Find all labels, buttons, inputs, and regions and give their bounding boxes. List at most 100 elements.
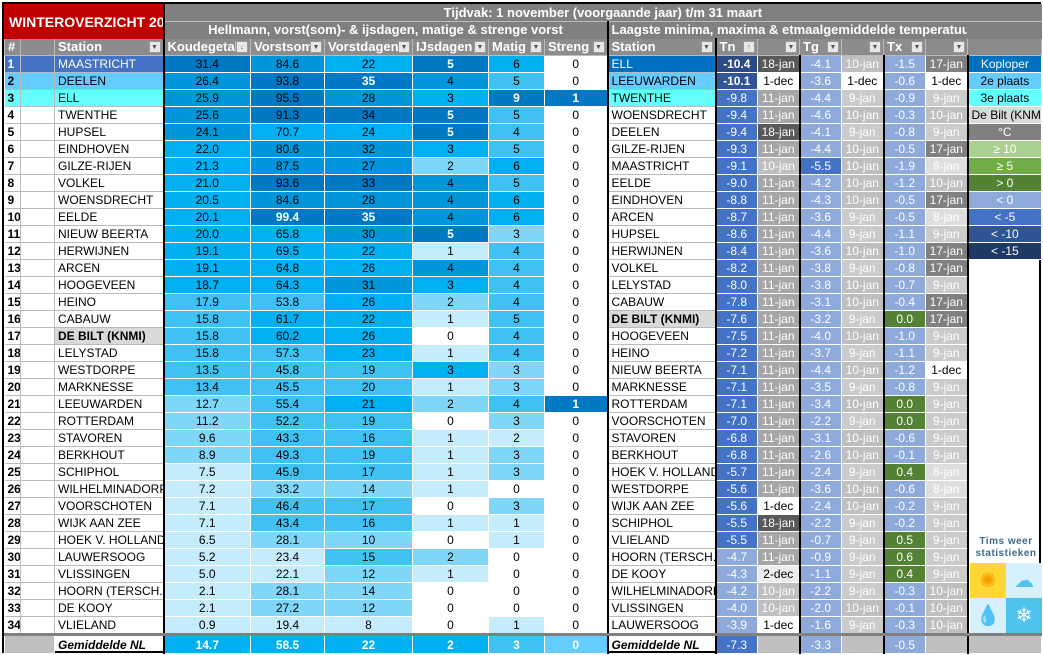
blank-cell bbox=[20, 548, 55, 566]
tg-value: -1.6 bbox=[799, 616, 843, 635]
column-header[interactable]: # bbox=[4, 38, 21, 56]
tg-value: -3.8 bbox=[799, 276, 843, 294]
station-name: SCHIPHOL bbox=[53, 463, 165, 481]
station-name: EELDE bbox=[53, 208, 165, 226]
value-cell: 80.6 bbox=[250, 140, 326, 158]
value-cell: 45.5 bbox=[250, 378, 326, 396]
table-row: 22 ROTTERDAM 11.2 52.2 19 0 3 0 VOORSCHOTEN -7.0 1… bbox=[4, 412, 1042, 430]
value-cell: 0 bbox=[544, 446, 609, 464]
filter-dropdown-icon[interactable]: ▼ bbox=[310, 41, 323, 53]
column-header[interactable]: Koudegetal ↓ bbox=[163, 38, 252, 56]
filter-dropdown-icon[interactable]: ▼ bbox=[869, 41, 882, 53]
value-cell: 46.4 bbox=[250, 497, 326, 515]
filter-dropdown-icon[interactable]: ▼ bbox=[474, 41, 487, 53]
filter-dropdown-icon[interactable]: ▼ bbox=[911, 41, 924, 53]
tn-date: 11-jan bbox=[757, 293, 801, 311]
filter-dropdown-icon[interactable]: ▼ bbox=[700, 41, 713, 53]
sort-descending-icon[interactable]: ↓ bbox=[236, 41, 249, 53]
station-name: HERWIJNEN bbox=[607, 242, 717, 260]
value-cell: 57.3 bbox=[250, 344, 326, 362]
column-header[interactable] bbox=[20, 38, 55, 56]
value-cell: 3 bbox=[412, 89, 490, 107]
tn-value: -5.7 bbox=[715, 463, 759, 481]
value-cell: 0 bbox=[544, 106, 609, 124]
column-header[interactable]: Tn ↑ bbox=[715, 38, 759, 56]
value-cell: 0 bbox=[544, 191, 609, 209]
tg-value: -3.6 bbox=[799, 208, 843, 226]
sort-ascending-icon[interactable]: ↑ bbox=[743, 41, 756, 53]
filter-dropdown-icon[interactable]: ▼ bbox=[592, 41, 605, 53]
column-header[interactable]: Matig ▼ bbox=[488, 38, 546, 56]
station-name: TWENTHE bbox=[53, 106, 165, 124]
column-header[interactable]: Station ▼ bbox=[53, 38, 165, 56]
table-row: 23 STAVOREN 9.6 43.3 16 1 2 0 STAVOREN -6.8 11-jan… bbox=[4, 429, 1042, 447]
blank-cell bbox=[20, 310, 55, 328]
value-cell: 33 bbox=[324, 174, 414, 192]
filter-dropdown-icon[interactable]: ▼ bbox=[785, 41, 798, 53]
tn-value: -10.4 bbox=[715, 55, 759, 73]
filter-dropdown-icon[interactable]: ▼ bbox=[148, 41, 161, 53]
tg-value: -5.5 bbox=[799, 157, 843, 175]
station-name: EELDE bbox=[607, 174, 717, 192]
tg-date: 9-jan bbox=[841, 378, 885, 396]
logo-line1: Tims weer bbox=[979, 536, 1033, 547]
value-cell: 64.8 bbox=[250, 259, 326, 277]
value-cell: 2 bbox=[412, 157, 490, 175]
value-cell: 0 bbox=[412, 616, 490, 635]
value-cell: 61.7 bbox=[250, 310, 326, 328]
table-row: 34 VLIELAND 0.9 19.4 8 0 1 0 LAUWERSOOG -3.9 1-dec… bbox=[4, 616, 1042, 635]
column-header[interactable]: Vorstdagen ▼ bbox=[324, 38, 414, 56]
value-cell: 4 bbox=[412, 72, 490, 90]
table-row: 21 LEEUWARDEN 12.7 55.4 21 2 4 1 ROTTERDAM -7.1 11… bbox=[4, 395, 1042, 413]
filter-dropdown-icon[interactable]: ▼ bbox=[530, 41, 543, 53]
value-cell: 7.1 bbox=[163, 514, 252, 532]
rank-number: 18 bbox=[4, 344, 21, 362]
filter-dropdown-icon[interactable]: ▼ bbox=[953, 41, 966, 53]
column-header[interactable]: ▼ bbox=[841, 38, 885, 56]
value-cell: 4 bbox=[412, 259, 490, 277]
column-header[interactable]: Tx ▼ bbox=[883, 38, 927, 56]
column-header[interactable]: Vorstsom ▼ bbox=[250, 38, 326, 56]
value-cell: 1 bbox=[412, 344, 490, 362]
value-cell: 1 bbox=[488, 616, 546, 635]
tn-date: 11-jan bbox=[757, 174, 801, 192]
blank-cell bbox=[20, 480, 55, 498]
value-cell: 28 bbox=[324, 191, 414, 209]
column-header[interactable]: IJsdagen ▼ bbox=[412, 38, 490, 56]
tx-value: -1.5 bbox=[883, 55, 927, 73]
table-row: 2 DEELEN 26.4 93.8 35 4 5 0 LEEUWARDEN -10.1 1-dec… bbox=[4, 72, 1043, 90]
station-name: VLISSINGEN bbox=[607, 599, 717, 617]
tx-value: 0.4 bbox=[883, 565, 927, 583]
tx-value: -1.1 bbox=[883, 344, 927, 362]
legend-item: < -5 bbox=[967, 208, 1043, 226]
legend-item: < -15 bbox=[967, 242, 1043, 260]
column-header[interactable]: Streng ▼ bbox=[544, 38, 609, 56]
tg-date: 9-jan bbox=[841, 463, 885, 481]
value-cell: 19 bbox=[324, 412, 414, 430]
filter-dropdown-icon[interactable]: ▼ bbox=[398, 41, 411, 53]
value-cell: 3 bbox=[488, 463, 546, 481]
value-cell: 4 bbox=[488, 344, 546, 362]
column-header[interactable]: Tg ▼ bbox=[799, 38, 843, 56]
value-cell: 0 bbox=[544, 293, 609, 311]
value-cell: 69.5 bbox=[250, 242, 326, 260]
tx-date: 8-jan bbox=[925, 463, 969, 481]
rank-number: 32 bbox=[4, 582, 21, 600]
value-cell: 20.0 bbox=[163, 225, 252, 243]
tg-value: -4.4 bbox=[799, 361, 843, 379]
tg-value: -3.6 bbox=[799, 480, 843, 498]
value-cell: 5.0 bbox=[163, 565, 252, 583]
filter-dropdown-icon[interactable]: ▼ bbox=[827, 41, 840, 53]
value-cell: 0 bbox=[544, 259, 609, 277]
column-header[interactable]: Station ▼ bbox=[607, 38, 717, 56]
station-name: WOENSDRECHT bbox=[607, 106, 717, 124]
blank-cell bbox=[20, 327, 55, 345]
column-header[interactable]: ▼ bbox=[757, 38, 801, 56]
station-name: GILZE-RIJEN bbox=[607, 140, 717, 158]
value-cell: 0 bbox=[544, 565, 609, 583]
value-cell: 0 bbox=[488, 548, 546, 566]
legend-item: ≥ 10 bbox=[967, 140, 1043, 158]
rank-number: 27 bbox=[4, 497, 21, 515]
footer-average: 14.7 bbox=[163, 633, 252, 654]
column-header[interactable]: ▼ bbox=[925, 38, 969, 56]
